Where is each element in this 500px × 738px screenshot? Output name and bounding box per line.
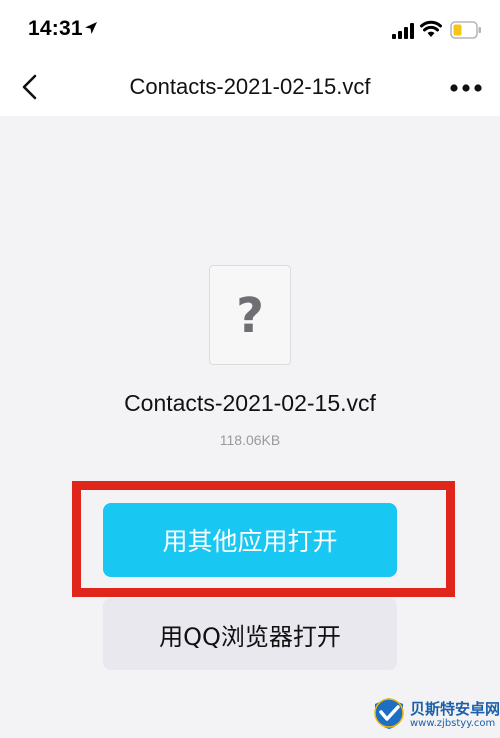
more-dots-icon xyxy=(450,84,482,92)
chevron-left-icon xyxy=(22,74,37,100)
top-bar: 14:31 Contacts-2021-02-15.vcf xyxy=(0,0,500,116)
location-arrow-icon xyxy=(85,22,97,34)
nav-bar: Contacts-2021-02-15.vcf xyxy=(0,58,500,116)
cellular-signal-icon xyxy=(392,23,414,39)
open-with-qq-browser-button[interactable]: 用QQ浏览器打开 xyxy=(103,598,397,670)
battery-low-icon xyxy=(450,21,481,39)
annotation-highlight-box xyxy=(72,481,455,597)
file-name: Contacts-2021-02-15.vcf xyxy=(124,390,376,416)
back-button[interactable] xyxy=(14,70,48,104)
watermark-logo-icon xyxy=(374,698,404,729)
wifi-icon xyxy=(420,20,442,37)
unknown-file-icon: ? xyxy=(209,265,291,365)
watermark-url: www.zjbstyy.com xyxy=(410,718,496,729)
watermark: 贝斯特安卓网 www.zjbstyy.com xyxy=(368,690,500,738)
question-mark-icon: ? xyxy=(236,288,264,344)
watermark-name: 贝斯特安卓网 xyxy=(410,700,500,718)
more-button[interactable] xyxy=(444,74,488,102)
status-bar: 14:31 xyxy=(0,0,500,58)
file-size: 118.06KB xyxy=(219,432,281,448)
status-time: 14:31 xyxy=(28,17,83,40)
page-title: Contacts-2021-02-15.vcf xyxy=(129,74,371,99)
